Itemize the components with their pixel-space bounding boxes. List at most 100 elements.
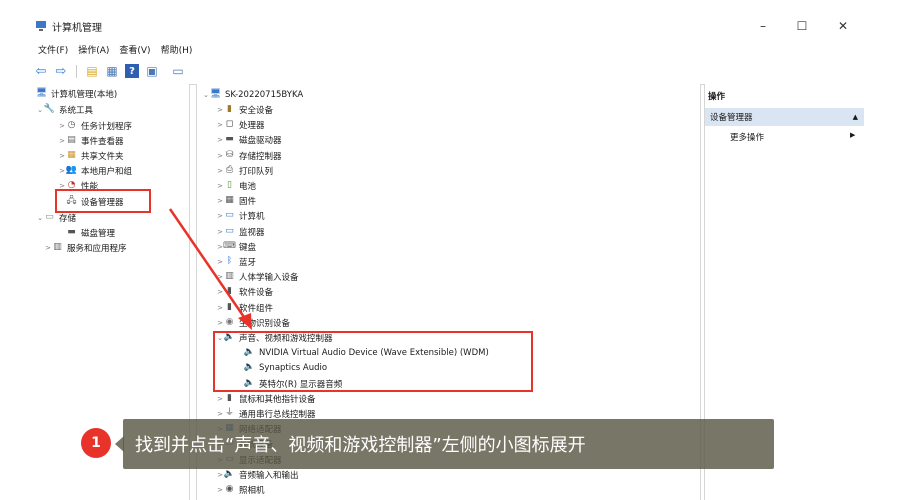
tree-item-label: 任务计划程序 <box>81 121 133 132</box>
chevron-right-icon[interactable]: > <box>216 319 224 327</box>
device-tree-item-label: 计算机 <box>239 211 265 222</box>
collapse-up-icon[interactable]: ▲ <box>853 113 858 121</box>
help-icon[interactable]: ? <box>125 64 139 78</box>
device-tree-item[interactable]: > ᛒ 蓝牙 <box>216 254 256 269</box>
chevron-right-icon[interactable]: > <box>216 167 224 175</box>
software-device-icon: ▮ <box>227 286 232 296</box>
tree-item-disk-management[interactable]: ▬ 磁盘管理 <box>66 225 115 240</box>
chevron-right-icon[interactable]: > <box>216 228 224 236</box>
device-tree-item-label: 处理器 <box>239 120 265 131</box>
firmware-icon: ▦ <box>225 195 234 205</box>
maximize-button[interactable]: ☐ <box>791 16 813 36</box>
device-tree-item[interactable]: > ▦ 固件 <box>216 193 256 208</box>
usb-icon: ⏚ <box>224 408 234 418</box>
device-tree-item[interactable]: > ◉ 生物识别设备 <box>216 315 290 330</box>
device-manager-highlight-box <box>55 189 151 213</box>
minimize-button[interactable]: – <box>752 16 774 36</box>
chevron-right-icon[interactable]: > <box>216 486 224 494</box>
device-tree-item[interactable]: > ⌨ 键盘 <box>216 239 256 254</box>
tree-item-task-scheduler[interactable]: > ◷ 任务计划程序 <box>58 118 132 133</box>
chevron-right-icon[interactable]: > <box>216 212 224 220</box>
chevron-down-icon[interactable]: ⌄ <box>36 106 44 114</box>
submenu-arrow-icon[interactable]: ▶ <box>850 131 855 139</box>
chevron-right-icon[interactable]: > <box>216 197 224 205</box>
device-tree-item[interactable]: > ▭ 计算机 <box>216 208 265 223</box>
device-tree-item[interactable]: > ▭ 监视器 <box>216 224 265 239</box>
device-tree-item[interactable]: > ⎙ 打印队列 <box>216 163 273 178</box>
tree-item-computer-management[interactable]: 🖥 计算机管理(本地) <box>36 86 117 101</box>
task-scheduler-icon: ◷ <box>67 120 76 130</box>
console-icon[interactable]: ▭ <box>171 64 185 78</box>
tree-item-label: 共享文件夹 <box>81 151 124 162</box>
chevron-right-icon[interactable]: > <box>216 471 224 479</box>
chevron-right-icon[interactable]: > <box>216 152 224 160</box>
keyboard-icon: ⌨ <box>223 241 236 251</box>
event-viewer-icon: ▤ <box>67 135 76 145</box>
computer-management-app-icon <box>35 20 47 32</box>
local-users-icon: 👥 <box>65 165 78 175</box>
chevron-right-icon[interactable]: > <box>44 244 52 252</box>
tree-item-label: 本地用户和组 <box>81 166 133 177</box>
chevron-right-icon[interactable]: > <box>58 167 66 175</box>
menu-file[interactable]: 文件(F) <box>38 43 68 57</box>
chevron-right-icon[interactable]: > <box>216 288 224 296</box>
more-actions-link[interactable]: 更多操作 <box>730 131 764 143</box>
device-tree-item[interactable]: > ▥ 人体学输入设备 <box>216 269 298 284</box>
device-tree-item[interactable]: > ▬ 磁盘驱动器 <box>216 132 281 147</box>
chevron-right-icon[interactable]: > <box>216 106 224 114</box>
tree-item-system-tools[interactable]: ⌄ 🔧 系统工具 <box>36 102 93 117</box>
chevron-right-icon[interactable]: > <box>216 136 224 144</box>
chevron-right-icon[interactable]: > <box>58 122 66 130</box>
chevron-right-icon[interactable]: > <box>216 182 224 190</box>
chevron-right-icon[interactable]: > <box>216 121 224 129</box>
chevron-right-icon[interactable]: > <box>58 152 66 160</box>
device-tree-item[interactable]: > ▮ 安全设备 <box>216 102 273 117</box>
device-tree-item-label: 监视器 <box>239 227 265 238</box>
tree-item-shared-folders[interactable]: > ▦ 共享文件夹 <box>58 148 124 163</box>
tree-item-event-viewer[interactable]: > ▤ 事件查看器 <box>58 133 123 148</box>
close-button[interactable]: ✕ <box>832 16 854 36</box>
bluetooth-icon: ᛒ <box>226 256 233 266</box>
properties-icon[interactable]: ▣ <box>145 64 159 78</box>
device-tree-item-label: 通用串行总线控制器 <box>239 409 316 420</box>
biometric-icon: ◉ <box>225 317 234 327</box>
tree-item-services-apps[interactable]: > ▥ 服务和应用程序 <box>44 240 126 255</box>
up-folder-icon[interactable]: ▤ <box>85 64 99 78</box>
chevron-right-icon[interactable]: > <box>58 137 66 145</box>
processor-icon: ◻ <box>225 119 234 129</box>
device-tree-root[interactable]: ⌄ 🖥 SK-20220715BYKA <box>202 87 303 102</box>
device-tree-item[interactable]: > ▯ 电池 <box>216 178 256 193</box>
menu-bar: 文件(F) 操作(A) 查看(V) 帮助(H) <box>38 43 192 57</box>
device-tree-item[interactable]: > ▮ 软件组件 <box>216 300 273 315</box>
forward-icon[interactable]: ⇨ <box>54 64 68 79</box>
chevron-right-icon[interactable]: > <box>216 410 224 418</box>
sound-controller-highlight-box <box>213 331 533 392</box>
tree-item-local-users[interactable]: > 👥 本地用户和组 <box>58 163 132 178</box>
menu-action[interactable]: 操作(A) <box>78 43 109 57</box>
device-tree-item[interactable]: > ▮ 鼠标和其他指针设备 <box>216 391 315 406</box>
show-hide-tree-icon[interactable]: ▦ <box>105 64 119 78</box>
storage-icon: ▭ <box>45 212 54 222</box>
device-tree-item-label: 电池 <box>239 181 257 192</box>
chevron-right-icon[interactable]: > <box>216 273 224 281</box>
device-tree-item[interactable]: > ⛁ 存储控制器 <box>216 148 281 163</box>
device-tree-item-label: 安全设备 <box>239 105 274 116</box>
device-tree-item[interactable]: > 🔈 音频输入和输出 <box>216 467 298 482</box>
window-title: 计算机管理 <box>52 23 102 34</box>
chevron-right-icon[interactable]: > <box>216 395 224 403</box>
chevron-down-icon[interactable]: ⌄ <box>36 214 44 222</box>
tree-item-label: 系统工具 <box>59 105 94 116</box>
menu-help[interactable]: 帮助(H) <box>161 43 193 57</box>
device-tree-item-label: 软件组件 <box>239 303 274 314</box>
menu-view[interactable]: 查看(V) <box>119 43 150 57</box>
back-icon[interactable]: ⇦ <box>34 64 48 79</box>
toolbar: ⇦ ⇨ ▤ ▦ ? ▣ ▭ <box>34 63 185 79</box>
actions-section-device-manager[interactable]: 设备管理器 ▲ <box>705 108 864 126</box>
chevron-right-icon[interactable]: > <box>216 258 224 266</box>
device-tree-item[interactable]: > ◻ 处理器 <box>216 117 265 132</box>
device-tree-item[interactable]: > ▮ 软件设备 <box>216 284 273 299</box>
device-tree-item[interactable]: > ◉ 照相机 <box>216 482 264 497</box>
camera-icon: ◉ <box>225 484 234 494</box>
security-device-icon: ▮ <box>227 104 232 114</box>
chevron-right-icon[interactable]: > <box>216 304 224 312</box>
